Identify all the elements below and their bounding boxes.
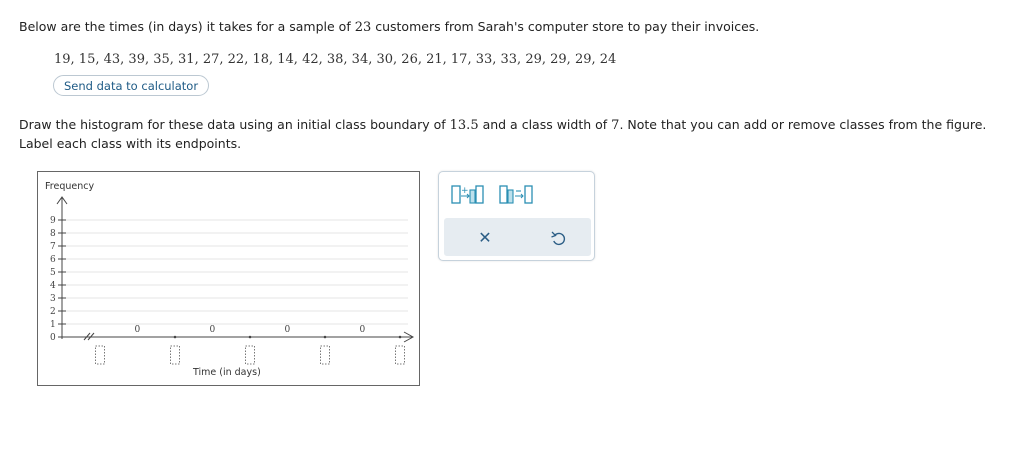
y-tick-label: 8 (50, 229, 56, 239)
y-tick-label: 0 (50, 333, 56, 343)
endpoint-input[interactable] (95, 345, 105, 365)
instr-part-1: Draw the histogram for these data using … (19, 117, 450, 132)
endpoint-input[interactable] (170, 345, 180, 365)
y-tick-label: 2 (50, 307, 56, 317)
y-tick-label: 4 (50, 281, 56, 291)
class-boundary-dot (173, 335, 177, 339)
graph-tools-panel: + ✕ (438, 171, 595, 261)
endpoint-input[interactable] (320, 345, 330, 365)
remove-class-button[interactable] (499, 182, 539, 206)
x-axis-label: Time (in days) (192, 367, 261, 378)
problem-intro: Below are the times (in days) it takes f… (19, 19, 759, 35)
intro-text-after: customers from Sarah's computer store to… (371, 19, 760, 34)
undo-button[interactable] (547, 227, 569, 249)
y-tick-label: 9 (50, 216, 56, 226)
remove-class-icon (499, 185, 533, 204)
undo-icon (551, 231, 566, 246)
instr-part-2: and a class width of (478, 117, 612, 132)
close-icon: ✕ (478, 228, 492, 247)
instructions: Draw the histogram for these data using … (19, 116, 1009, 153)
class-boundary-dot (398, 335, 402, 339)
sample-size: 23 (354, 20, 372, 35)
y-tick-label: 3 (50, 294, 56, 304)
add-class-icon: + (451, 185, 484, 204)
send-to-calculator-button[interactable]: Send data to calculator (53, 75, 210, 96)
tool-actions-bar: ✕ (444, 218, 591, 256)
bar-value-label: 0 (210, 325, 216, 335)
clear-button[interactable]: ✕ (474, 227, 496, 249)
add-class-button[interactable]: + (451, 182, 485, 206)
histogram-graph[interactable]: Frequency 0 1 2 3 4 5 6 7 8 9 0 0 0 0 Time (in days) (37, 171, 420, 386)
endpoint-input[interactable] (395, 345, 405, 365)
intro-text-before: Below are the times (in days) it takes f… (19, 19, 355, 34)
initial-boundary: 13.5 (449, 118, 479, 133)
y-tick-label: 1 (50, 320, 56, 330)
y-tick-label: 5 (50, 268, 56, 278)
class-boundary-dot (248, 335, 252, 339)
y-axis-label: Frequency (45, 181, 94, 192)
bar-value-label: 0 (285, 325, 291, 335)
y-tick-label: 6 (50, 255, 56, 265)
class-boundary-dot (323, 335, 327, 339)
bar-value-label: 0 (360, 325, 366, 335)
y-tick-label: 7 (50, 242, 56, 252)
bar-value-label: 0 (135, 325, 141, 335)
histogram-svg[interactable]: Frequency 0 1 2 3 4 5 6 7 8 9 0 0 0 0 Time (in days) (38, 172, 421, 387)
endpoint-input[interactable] (245, 345, 255, 365)
data-values: 19, 15, 43, 39, 35, 31, 27, 22, 18, 14, … (54, 52, 617, 67)
